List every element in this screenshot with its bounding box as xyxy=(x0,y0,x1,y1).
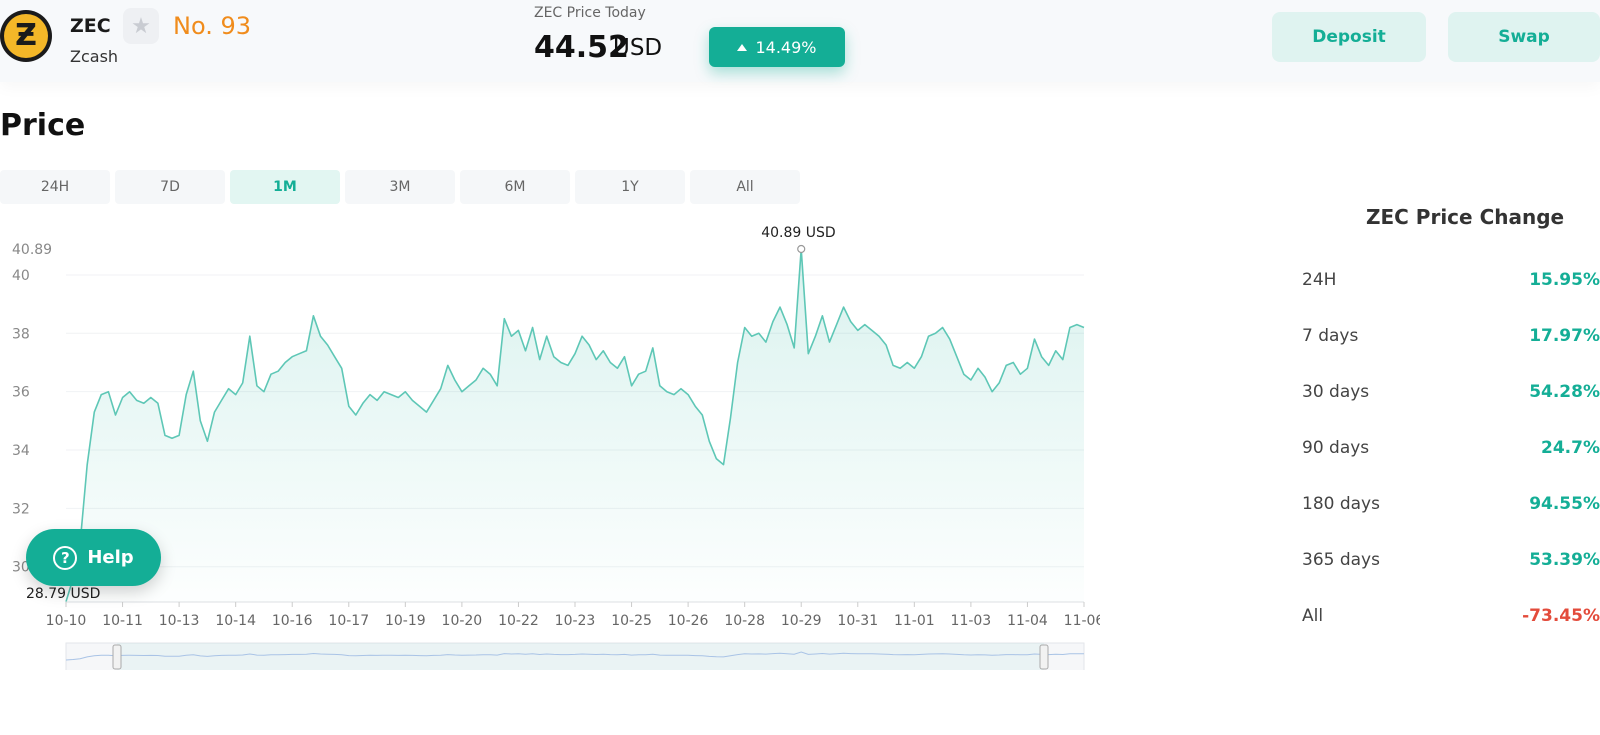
deposit-button[interactable]: Deposit xyxy=(1272,12,1426,62)
x-tick-label: 10-28 xyxy=(724,613,765,629)
price-change-period: 7 days xyxy=(1302,326,1359,346)
x-tick-label: 10-29 xyxy=(781,613,822,629)
tab-24h[interactable]: 24H xyxy=(0,170,110,204)
price-change-row-365d: 365 days 53.39% xyxy=(1302,550,1600,578)
max-price-marker xyxy=(797,244,806,254)
tab-6m[interactable]: 6M xyxy=(460,170,570,204)
tab-7d[interactable]: 7D xyxy=(115,170,225,204)
price-change-row-30d: 30 days 54.28% xyxy=(1302,382,1600,410)
coin-symbol: ZEC xyxy=(70,15,111,37)
price-change-period: 30 days xyxy=(1302,382,1370,402)
price-change-percent: 17.97% xyxy=(1529,326,1600,346)
max-price-label: 40.89 USD xyxy=(761,225,835,241)
price-change-percent: 53.39% xyxy=(1529,550,1600,570)
range-navigator-selection xyxy=(117,643,1044,670)
x-tick-label: 10-26 xyxy=(668,613,709,629)
favorite-star-icon[interactable]: ★ xyxy=(123,8,159,44)
price-change-row-180d: 180 days 94.55% xyxy=(1302,494,1600,522)
y-tick-label: 40 xyxy=(12,268,30,284)
coin-header: Ƶ ZEC Zcash ★ No. 93 ZEC Price Today 44.… xyxy=(0,0,1600,82)
help-label: Help xyxy=(87,547,134,568)
price-change-period: 180 days xyxy=(1302,494,1380,514)
x-tick-label: 10-25 xyxy=(611,613,652,629)
help-question-icon: ? xyxy=(53,545,78,570)
tab-all[interactable]: All xyxy=(690,170,800,204)
price-change-percent: 94.55% xyxy=(1529,494,1600,514)
price-chart: 30323436384040.89 40.89 USD28.79 USD 10-… xyxy=(12,225,1100,670)
price-change-period: 365 days xyxy=(1302,550,1380,570)
x-tick-label: 10-10 xyxy=(46,613,87,629)
price-change-badge: 14.49% xyxy=(709,27,845,67)
tab-3m[interactable]: 3M xyxy=(345,170,455,204)
price-change-row-90d: 90 days 24.7% xyxy=(1302,438,1600,466)
navigator-right-handle[interactable] xyxy=(1039,644,1049,670)
x-tick-label: 10-16 xyxy=(272,613,313,629)
x-tick-label: 11-01 xyxy=(894,613,935,629)
price-change-percent: 24.7% xyxy=(1541,438,1600,458)
x-tick-label: 10-13 xyxy=(159,613,200,629)
price-change-period: 90 days xyxy=(1302,438,1370,458)
price-change-period: 24H xyxy=(1302,270,1337,290)
coin-name: Zcash xyxy=(70,47,119,66)
y-tick-label: 38 xyxy=(12,326,30,342)
arrow-up-icon xyxy=(737,43,748,51)
x-tick-label: 10-22 xyxy=(498,613,539,629)
y-tick-label: 32 xyxy=(12,501,30,517)
price-change-value: 14.49% xyxy=(755,37,817,57)
x-tick-label: 11-03 xyxy=(951,613,992,629)
price-section-title: Price xyxy=(0,108,86,143)
help-button[interactable]: ? Help xyxy=(26,529,161,586)
price-change-period: All xyxy=(1302,606,1324,626)
zcash-logo-icon: Ƶ xyxy=(0,10,52,62)
y-tick-label-max: 40.89 xyxy=(12,242,52,258)
price-change-percent: 15.95% xyxy=(1529,270,1600,290)
price-change-percent: -73.45% xyxy=(1522,606,1600,626)
price-change-row-24h: 24H 15.95% xyxy=(1302,270,1600,298)
y-tick-label: 36 xyxy=(12,385,30,401)
x-tick-label: 10-23 xyxy=(555,613,596,629)
coin-rank: No. 93 xyxy=(173,12,252,40)
price-today-label: ZEC Price Today xyxy=(534,5,646,21)
x-tick-label: 10-14 xyxy=(215,613,256,629)
tab-1m[interactable]: 1M xyxy=(230,170,340,204)
x-tick-label: 10-17 xyxy=(328,613,369,629)
navigator-left-handle[interactable] xyxy=(112,644,122,670)
swap-button[interactable]: Swap xyxy=(1448,12,1600,62)
min-price-label: 28.79 USD xyxy=(26,586,100,602)
price-area-fill xyxy=(66,249,1084,602)
x-tick-label: 10-31 xyxy=(837,613,878,629)
x-tick-label: 11-04 xyxy=(1007,613,1048,629)
tab-1y[interactable]: 1Y xyxy=(575,170,685,204)
y-tick-label: 34 xyxy=(12,443,30,459)
x-tick-label: 10-20 xyxy=(442,613,483,629)
x-tick-label: 10-11 xyxy=(102,613,143,629)
price-change-percent: 54.28% xyxy=(1529,382,1600,402)
price-change-row-all: All -73.45% xyxy=(1302,606,1600,634)
price-unit: USD xyxy=(613,35,663,61)
x-tick-label: 11-06 xyxy=(1064,613,1100,629)
price-change-row-7d: 7 days 17.97% xyxy=(1302,326,1600,354)
price-change-title: ZEC Price Change xyxy=(1366,205,1565,229)
x-tick-label: 10-19 xyxy=(385,613,426,629)
